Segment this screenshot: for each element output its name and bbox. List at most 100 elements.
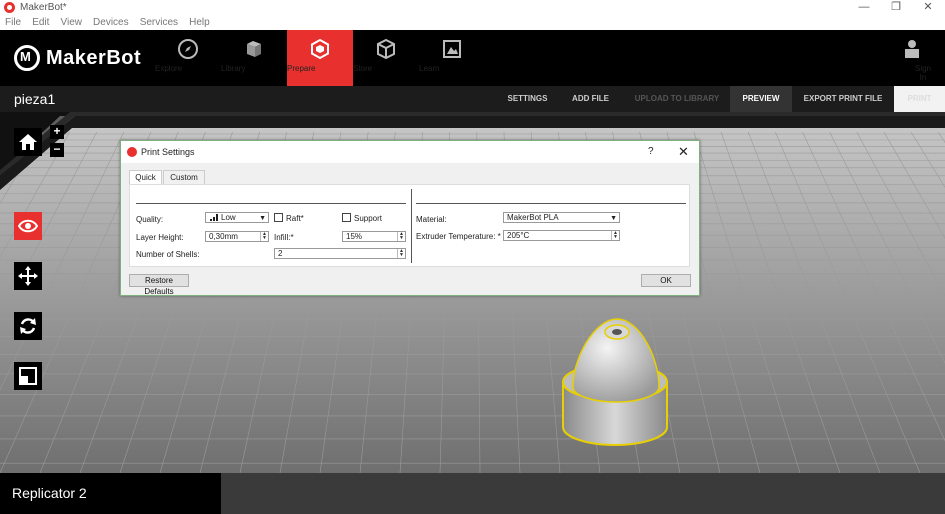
export-print-file-button[interactable]: EXPORT PRINT FILE	[798, 86, 888, 112]
menu-devices[interactable]: Devices	[93, 16, 129, 30]
chevron-down-icon: ▼	[610, 215, 617, 222]
raft-label: Raft*	[286, 214, 304, 223]
move-icon	[18, 266, 38, 286]
nav-store[interactable]: Store	[353, 30, 419, 86]
signal-bars-icon	[210, 214, 218, 221]
quality-select[interactable]: Low ▼	[205, 212, 269, 223]
main-nav: MakerBot Explore Library Prepare Store	[0, 30, 945, 86]
scale-tool-button[interactable]	[14, 362, 42, 390]
infill-spinner[interactable]: ▲ ▼	[397, 232, 405, 241]
nav-learn-label: Learn	[419, 64, 440, 73]
dialog-title: Print Settings	[141, 147, 195, 157]
tab-quick[interactable]: Quick	[129, 170, 162, 185]
dialog-close-button[interactable]: ✕	[678, 144, 689, 160]
file-name: pieza1	[14, 91, 56, 107]
material-select[interactable]: MakerBot PLA ▼	[503, 212, 620, 223]
quick-settings-panel: Quality: Low ▼ Raft* Support Layer Heigh…	[129, 184, 690, 267]
material-value: MakerBot PLA	[507, 213, 559, 222]
sign-in-label: Sign In	[914, 64, 931, 82]
dialog-app-icon	[127, 147, 137, 157]
zoom-out-button[interactable]: −	[50, 143, 64, 157]
layer-height-spinner[interactable]: ▲ ▼	[260, 232, 268, 241]
section-divider-right	[416, 203, 686, 204]
rotate-tool-button[interactable]	[14, 312, 42, 340]
app-icon	[4, 2, 15, 13]
infill-label: Infill:*	[274, 233, 294, 242]
nav-library-label: Library	[221, 64, 246, 73]
makerbot-logo-icon	[14, 45, 40, 71]
extruder-temperature-value: 205°C	[507, 231, 530, 240]
extruder-temperature-label: Extruder Temperature: *	[416, 232, 501, 241]
raft-checkbox[interactable]	[274, 213, 283, 222]
user-icon	[905, 40, 919, 58]
nav-prepare[interactable]: Prepare	[287, 30, 353, 86]
number-of-shells-label: Number of Shells:	[136, 250, 200, 259]
print-button[interactable]: PRINT	[894, 86, 945, 112]
eye-icon	[18, 219, 38, 233]
settings-button[interactable]: SETTINGS	[500, 86, 555, 112]
number-of-shells-value: 2	[278, 249, 283, 258]
dialog-help-button[interactable]: ?	[648, 146, 654, 157]
home-view-button[interactable]	[14, 128, 42, 156]
extruder-temperature-spinner[interactable]: ▲ ▼	[611, 231, 619, 240]
model-pieza1[interactable]	[555, 317, 675, 447]
compass-icon	[178, 39, 198, 59]
menu-services[interactable]: Services	[140, 16, 178, 30]
menu-view[interactable]: View	[60, 16, 82, 30]
brand-name: MakerBot	[46, 46, 142, 69]
upload-to-library-button[interactable]: UPLOAD TO LIBRARY	[630, 86, 724, 112]
window-title-bar: MakerBot* — ❐ ✕	[0, 0, 945, 16]
library-icon	[247, 41, 261, 57]
rotate-icon	[20, 318, 36, 334]
infill-input[interactable]: 15% ▲ ▼	[342, 231, 406, 242]
section-divider-left	[136, 203, 406, 204]
box-icon	[377, 38, 395, 60]
nav-store-label: Store	[353, 64, 373, 73]
view-tool-button[interactable]	[14, 212, 42, 240]
menu-file[interactable]: File	[5, 16, 21, 30]
restore-defaults-button[interactable]: Restore Defaults	[129, 274, 189, 296]
nav-explore-label: Explore	[155, 64, 183, 73]
print-settings-dialog: Print Settings ? ✕ Quick Custom Quality:…	[120, 140, 700, 296]
column-divider	[411, 189, 412, 263]
sign-in-button[interactable]: Sign In	[890, 30, 934, 86]
scale-icon	[19, 367, 37, 385]
number-of-shells-input[interactable]: 2 ▲ ▼	[274, 248, 406, 259]
layer-height-input[interactable]: 0,30mm ▲ ▼	[205, 231, 269, 242]
infill-value: 15%	[346, 232, 363, 241]
tab-custom[interactable]: Custom	[163, 170, 205, 185]
menu-bar: File Edit View Devices Services Help	[0, 16, 945, 30]
nav-explore[interactable]: Explore	[155, 30, 221, 86]
menu-edit[interactable]: Edit	[32, 16, 49, 30]
preview-button[interactable]: PREVIEW	[730, 86, 792, 112]
bottom-bar: Replicator 2	[0, 473, 945, 514]
support-checkbox[interactable]	[342, 213, 351, 222]
home-icon	[19, 134, 37, 150]
menu-help[interactable]: Help	[189, 16, 210, 30]
number-of-shells-spinner[interactable]: ▲ ▼	[397, 249, 405, 258]
action-bar: pieza1 SETTINGS ADD FILE UPLOAD TO LIBRA…	[0, 86, 945, 112]
ok-button[interactable]: OK	[641, 274, 691, 287]
printer-selector[interactable]: Replicator 2	[0, 473, 221, 514]
window-title: MakerBot*	[20, 2, 67, 13]
maximize-button[interactable]: ❐	[881, 0, 911, 16]
nav-prepare-label: Prepare	[287, 64, 316, 73]
support-label: Support	[354, 214, 383, 223]
prepare-icon	[311, 38, 329, 60]
quality-value: Low	[221, 213, 236, 222]
minimize-button[interactable]: —	[849, 0, 879, 16]
dialog-title-bar: Print Settings ? ✕	[121, 141, 699, 163]
makerbot-logo: MakerBot	[14, 44, 141, 72]
printer-name: Replicator 2	[12, 485, 87, 501]
nav-learn[interactable]: Learn	[419, 30, 485, 86]
move-tool-button[interactable]	[14, 262, 42, 290]
close-window-button[interactable]: ✕	[913, 0, 943, 16]
nav-library[interactable]: Library	[221, 30, 287, 86]
add-file-button[interactable]: ADD FILE	[563, 86, 618, 112]
extruder-temperature-input[interactable]: 205°C ▲ ▼	[503, 230, 620, 241]
quality-label: Quality:	[136, 215, 164, 224]
material-label: Material:	[416, 215, 447, 224]
layer-height-value: 0,30mm	[209, 232, 238, 241]
learn-icon	[443, 40, 461, 58]
zoom-in-button[interactable]: +	[50, 125, 64, 139]
